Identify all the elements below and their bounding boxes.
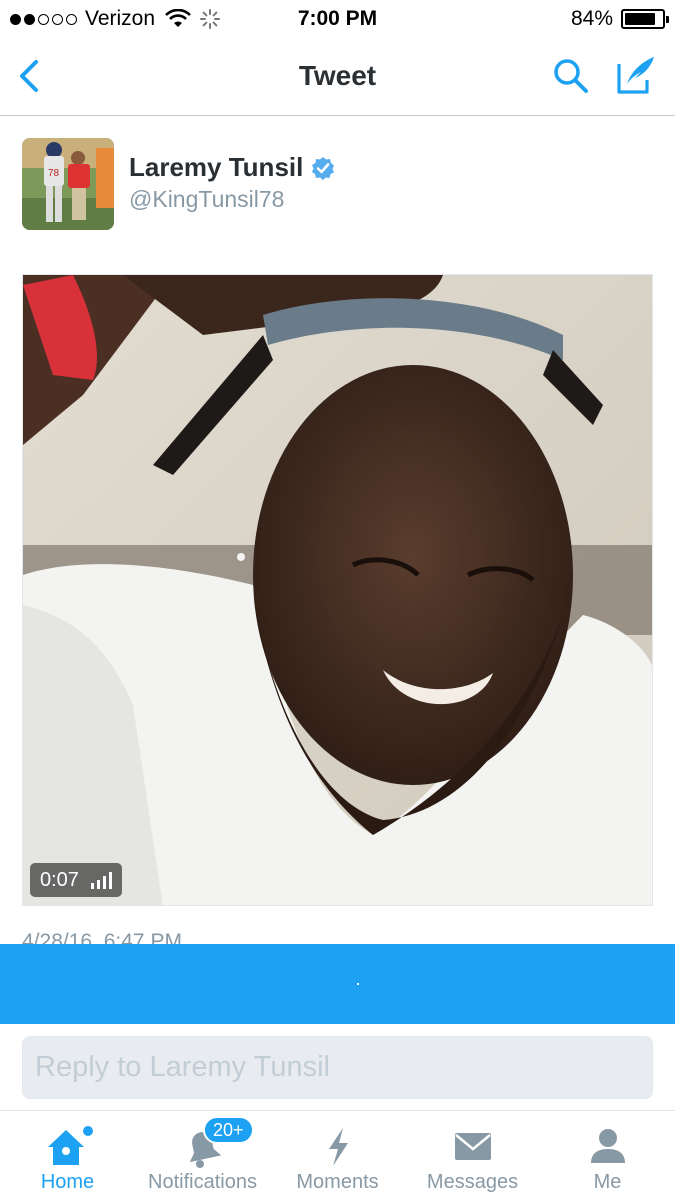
reply-area: Reply to Laremy Tunsil	[0, 1024, 675, 1110]
svg-text:78: 78	[48, 168, 60, 179]
person-icon	[590, 1129, 625, 1163]
battery-percent: 84%	[570, 7, 613, 30]
envelope-icon	[454, 1133, 491, 1160]
video-duration-badge: 0:07	[30, 863, 122, 897]
navigation-bar: Tweet	[0, 40, 675, 116]
tab-bar: Home 20+ Notifications Moments Messages	[0, 1110, 675, 1200]
tab-home-label: Home	[40, 1171, 95, 1193]
status-bar: Verizon 7:00 PM 84%	[0, 0, 675, 40]
tab-notifications-label: Notifications	[148, 1171, 257, 1193]
tab-moments-label: Moments	[296, 1171, 379, 1193]
tab-notifications[interactable]: 20+ Notifications	[135, 1111, 270, 1200]
tab-moments[interactable]: Moments	[270, 1111, 405, 1200]
video-duration: 0:07	[40, 868, 79, 891]
notifications-badge: 20+	[203, 1116, 254, 1144]
author-name-text: Laremy Tunsil	[129, 152, 304, 182]
author-name[interactable]: Laremy Tunsil	[129, 152, 335, 183]
lightning-icon	[328, 1128, 348, 1166]
reply-input[interactable]: Reply to Laremy Tunsil	[22, 1036, 653, 1099]
compose-tweet-icon	[617, 57, 654, 94]
tab-me-label: Me	[593, 1171, 622, 1193]
video-thumbnail	[23, 275, 652, 905]
avatar[interactable]: 78	[22, 138, 114, 230]
verified-badge-icon	[312, 156, 335, 180]
search-button[interactable]	[551, 56, 591, 96]
author-handle[interactable]: @KingTunsil78	[129, 186, 284, 213]
reply-placeholder: Reply to Laremy Tunsil	[35, 1051, 330, 1083]
loading-banner	[0, 944, 675, 1024]
tab-messages[interactable]: Messages	[405, 1111, 540, 1200]
battery-icon	[621, 9, 669, 29]
banner-dot	[357, 983, 359, 985]
tab-messages-label: Messages	[426, 1171, 519, 1193]
tweet-author: 78 Laremy Tunsil @KingTunsil78	[22, 138, 652, 230]
battery-level	[625, 13, 656, 25]
search-icon	[554, 59, 588, 93]
compose-tweet-button[interactable]	[615, 54, 657, 96]
volume-bars-icon	[90, 871, 112, 889]
tab-me[interactable]: Me	[540, 1111, 675, 1200]
tab-home[interactable]: Home	[0, 1111, 135, 1200]
status-right: 84%	[570, 7, 669, 31]
home-icon	[47, 1126, 93, 1165]
tweet-video[interactable]: 0:07	[22, 274, 653, 906]
tweet-timestamp: 4/28/16, 6:47 PM	[22, 930, 182, 944]
